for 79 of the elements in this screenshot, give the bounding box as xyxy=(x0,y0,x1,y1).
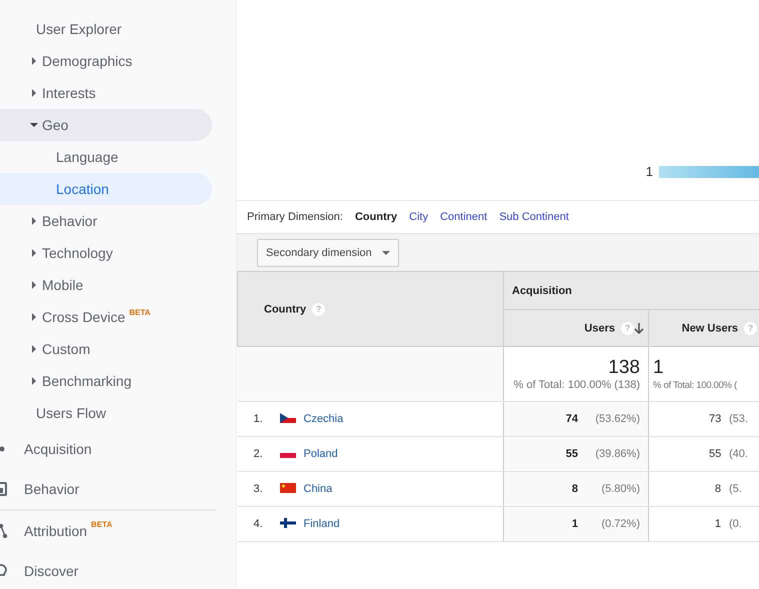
new-users-value: 55 xyxy=(709,448,721,460)
users-value: 55 xyxy=(566,448,578,460)
users-percentage: (39.86%) xyxy=(594,448,640,460)
column-header[interactable]: Users xyxy=(584,322,615,334)
row-number: 2. xyxy=(254,448,264,460)
sidebar-item[interactable]: Demographics xyxy=(0,45,212,77)
column-header[interactable]: Country xyxy=(264,302,306,315)
nodes-icon xyxy=(0,524,8,538)
sidebar-item[interactable]: Mobile xyxy=(0,269,212,301)
section-label: Discover xyxy=(24,563,78,579)
total-percentage: % of Total: 100.00% ( xyxy=(653,380,737,391)
flag-icon xyxy=(280,413,296,423)
country-link[interactable]: Finland xyxy=(304,518,340,530)
sidebar-item[interactable]: Location xyxy=(0,173,212,205)
sidebar-item[interactable]: Technology xyxy=(0,237,212,269)
new-users-percentage: (5. xyxy=(729,483,742,495)
caret-right-icon[interactable] xyxy=(32,313,36,321)
legend-label: 1 xyxy=(644,164,653,179)
caret-right-icon[interactable] xyxy=(32,345,36,353)
sidebar-item[interactable]: Behavior xyxy=(0,205,212,237)
column-header[interactable]: New Users xyxy=(682,322,738,334)
users-value: 74 xyxy=(566,413,578,425)
dimension-tab[interactable]: Sub Continent xyxy=(499,211,569,223)
new-users-value: 73 xyxy=(709,413,721,425)
caret-right-icon[interactable] xyxy=(32,217,36,225)
dimension-tab[interactable]: Continent xyxy=(440,211,488,223)
new-users-percentage: (40. xyxy=(729,448,748,460)
section-label: Acquisition xyxy=(24,441,92,457)
users-percentage: (0.72%) xyxy=(600,518,640,530)
secondary-dimension-dropdown[interactable]: Secondary dimension xyxy=(257,238,399,266)
caret-down-icon xyxy=(382,250,390,254)
caret-right-icon[interactable] xyxy=(32,89,36,97)
lightbulb-icon xyxy=(0,564,8,578)
dimension-tab[interactable]: Country xyxy=(354,211,398,223)
users-value: 1 xyxy=(572,518,578,530)
flag-icon xyxy=(280,518,296,528)
nav-section[interactable]: Behavior xyxy=(0,469,236,509)
new-users-percentage: (0. xyxy=(729,518,742,530)
sidebar-item[interactable]: Geo xyxy=(0,109,212,141)
sort-arrow-icon[interactable] xyxy=(634,322,644,334)
country-link[interactable]: China xyxy=(304,483,332,495)
section-label: Attribution xyxy=(24,523,88,539)
row-number: 3. xyxy=(254,483,264,495)
primary-dimension-label: Primary Dimension: xyxy=(247,211,343,223)
section-label: Behavior xyxy=(24,481,80,497)
users-percentage: (53.62%) xyxy=(594,413,640,425)
sidebar-item[interactable]: Custom xyxy=(0,333,212,365)
nav-section[interactable]: Acquisition xyxy=(0,429,236,469)
dimension-tab[interactable]: City xyxy=(409,211,428,223)
new-users-value: 8 xyxy=(714,483,721,495)
sidebar-item[interactable]: Users Flow xyxy=(0,397,212,429)
row-number: 4. xyxy=(254,518,264,530)
sidebar-item[interactable]: Benchmarking xyxy=(0,365,212,397)
beta-label: BETA xyxy=(91,520,112,529)
country-link[interactable]: Poland xyxy=(304,448,338,460)
caret-right-icon[interactable] xyxy=(32,281,36,289)
caret-down-icon[interactable] xyxy=(30,123,38,127)
total-value: 1 xyxy=(653,357,664,379)
total-value: 138 xyxy=(608,357,640,379)
sidebar-item[interactable]: Language xyxy=(0,141,212,173)
caret-right-icon[interactable] xyxy=(32,57,36,65)
total-percentage: % of Total: 100.00% (138) xyxy=(514,379,640,391)
users-value: 8 xyxy=(572,483,578,495)
sidebar-item[interactable]: Cross Device BETA xyxy=(0,301,212,333)
nav-section[interactable]: Attribution BETA xyxy=(0,511,236,551)
nav-section[interactable]: Discover xyxy=(0,551,236,589)
report-icon xyxy=(0,482,8,496)
sidebar-item[interactable]: Interests xyxy=(0,77,212,109)
users-percentage: (5.80%) xyxy=(600,483,640,495)
flag-icon xyxy=(280,483,296,493)
sidebar-item[interactable]: User Explorer xyxy=(0,13,212,45)
column-group-header: Acquisition xyxy=(512,284,572,296)
new-users-percentage: (53. xyxy=(729,413,748,425)
country-link[interactable]: Czechia xyxy=(304,413,344,425)
caret-right-icon[interactable] xyxy=(32,377,36,385)
row-number: 1. xyxy=(254,413,264,425)
caret-right-icon[interactable] xyxy=(32,249,36,257)
new-users-value: 1 xyxy=(714,518,721,530)
beta-label: BETA xyxy=(129,308,150,317)
